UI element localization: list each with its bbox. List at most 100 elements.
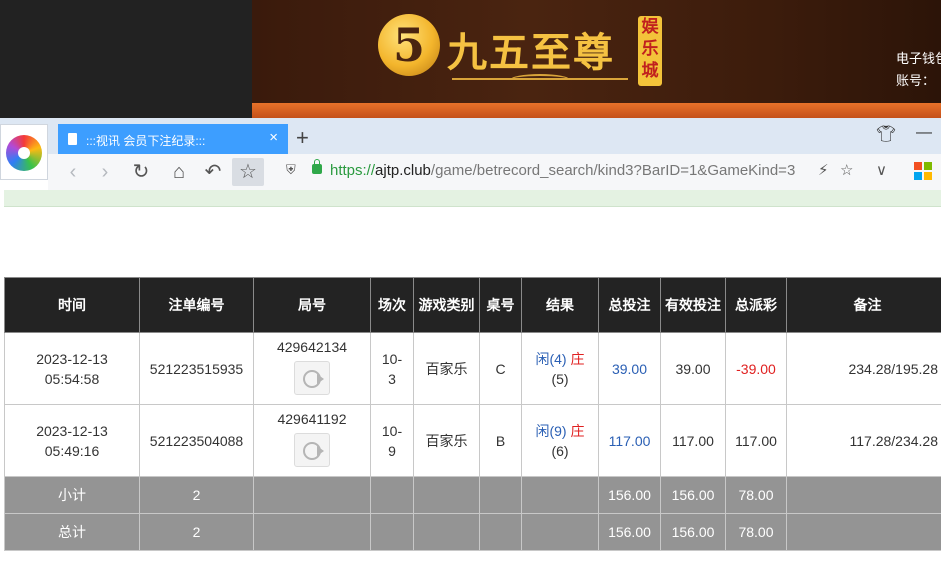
- empty-cell: [370, 513, 414, 551]
- undo-icon[interactable]: ↶: [200, 158, 226, 186]
- empty-cell: [479, 513, 522, 551]
- empty-cell: [413, 513, 480, 551]
- result-cell: 闲(4) 庄 (5): [521, 332, 599, 405]
- apps-grid-icon[interactable]: [914, 160, 932, 180]
- empty-cell: [521, 513, 599, 551]
- player-result: 闲(9): [535, 422, 567, 439]
- result-cell: 闲(9) 庄 (6): [521, 404, 599, 477]
- clock-text: 05:54:58: [44, 370, 100, 387]
- skin-icon[interactable]: 👕︎: [876, 124, 896, 144]
- account-label: 账号：: [896, 73, 936, 88]
- note-cell: 117.28/234.28: [786, 404, 941, 477]
- notice-strip: [4, 190, 941, 207]
- logo-ornament-arc: [510, 74, 570, 86]
- session-cell: 10- 9: [370, 404, 414, 477]
- header-session: 场次: [370, 277, 414, 333]
- subtotal-count: 2: [139, 476, 254, 514]
- bet-record-table: 时间 注单编号 局号 场次 游戏类别 桌号 结果 总投注 有效投注 总派彩 备注…: [4, 277, 941, 551]
- round-no-text: 429642134: [276, 339, 348, 355]
- session-part: 9: [388, 442, 396, 459]
- order-no-cell: 521223515935: [139, 332, 254, 405]
- total-bet-link[interactable]: 117.00: [598, 404, 661, 477]
- session-part: 3: [388, 370, 396, 387]
- header-time: 时间: [4, 277, 140, 333]
- grandtotal-payout: 78.00: [725, 513, 787, 551]
- tab-title: :::视讯 会员下注纪录:::: [86, 134, 206, 148]
- grandtotal-row: 总计 2 156.00 156.00 78.00: [4, 513, 941, 551]
- subtotal-total-bet: 156.00: [598, 476, 661, 514]
- grandtotal-label: 总计: [4, 513, 140, 551]
- video-replay-icon[interactable]: [294, 361, 330, 395]
- forward-icon[interactable]: ›: [92, 158, 118, 186]
- home-icon[interactable]: ⌂: [166, 158, 192, 186]
- subtotal-valid-bet: 156.00: [660, 476, 726, 514]
- address-bar[interactable]: https://ajtp.club/game/betrecord_search/…: [330, 162, 808, 179]
- header-note: 备注: [786, 277, 941, 333]
- url-protocol: https://: [330, 162, 376, 179]
- reload-icon[interactable]: ↻: [128, 158, 154, 186]
- banker-score: (6): [551, 442, 569, 459]
- table-no-cell: C: [479, 332, 522, 405]
- payout-cell: 117.00: [725, 404, 787, 477]
- round-no-cell: 429641192: [253, 404, 371, 477]
- banner-dark-area: [0, 0, 252, 118]
- valid-bet-cell: 39.00: [660, 332, 726, 405]
- video-replay-icon[interactable]: [294, 433, 330, 467]
- banker-result: 庄: [570, 422, 585, 439]
- header-round-no: 局号: [253, 277, 371, 333]
- grandtotal-count: 2: [139, 513, 254, 551]
- empty-cell: [413, 476, 480, 514]
- table-row: 2023-12-13 05:54:58 521223515935 42964213…: [4, 332, 941, 405]
- banker-result: 庄: [570, 350, 585, 367]
- table-row: 2023-12-13 05:49:16 521223504088 42964119…: [4, 404, 941, 477]
- subtotal-row: 小计 2 156.00 156.00 78.00: [4, 476, 941, 514]
- note-cell: 234.28/195.28: [786, 332, 941, 405]
- dropdown-chevron-icon[interactable]: ∨: [876, 161, 887, 179]
- badge-char: 娱: [641, 17, 659, 37]
- header-valid-bet: 有效投注: [660, 277, 726, 333]
- table-no-cell: B: [479, 404, 522, 477]
- browser-logo-icon[interactable]: [0, 124, 48, 180]
- logo-text: 九五至尊: [447, 29, 615, 76]
- back-icon[interactable]: ‹: [60, 158, 86, 186]
- new-tab-button[interactable]: +: [296, 124, 309, 152]
- close-icon[interactable]: ×: [269, 129, 278, 146]
- logo-badge: 娱 乐 城: [638, 16, 662, 86]
- table-header-row: 时间 注单编号 局号 场次 游戏类别 桌号 结果 总投注 有效投注 总派彩 备注: [4, 277, 941, 333]
- shield-icon[interactable]: ⛨: [286, 162, 302, 180]
- logo-mark: 5: [378, 14, 440, 76]
- wallet-label: 电子钱包: [896, 51, 941, 66]
- url-host: ajtp.club: [375, 162, 431, 179]
- empty-cell: [786, 513, 941, 551]
- round-no-text: 429641192: [277, 411, 347, 427]
- subtotal-label: 小计: [4, 476, 140, 514]
- lightning-icon[interactable]: ⚡︎: [818, 161, 829, 179]
- empty-cell: [370, 476, 414, 514]
- account-info: 电子钱包 账号：: [896, 48, 941, 92]
- url-path: /game/betrecord_search/kind3?BarID=1&Gam…: [430, 162, 796, 179]
- total-bet-link[interactable]: 39.00: [598, 332, 661, 405]
- minimize-button[interactable]: —: [916, 124, 932, 142]
- session-part: 10-: [381, 350, 403, 367]
- date-text: 2023-12-13: [36, 422, 108, 439]
- header-result: 结果: [521, 277, 599, 333]
- date-text: 2023-12-13: [36, 350, 108, 367]
- grandtotal-total-bet: 156.00: [598, 513, 661, 551]
- clock-text: 05:49:16: [44, 442, 100, 459]
- empty-cell: [253, 476, 371, 514]
- favorite-star-icon[interactable]: ☆: [840, 161, 853, 179]
- valid-bet-cell: 117.00: [660, 404, 726, 477]
- empty-cell: [253, 513, 371, 551]
- browser-tab-active[interactable]: :::视讯 会员下注纪录::: ×: [58, 124, 288, 154]
- time-cell: 2023-12-13 05:49:16: [4, 404, 140, 477]
- empty-cell: [479, 476, 522, 514]
- empty-cell: [521, 476, 599, 514]
- player-result: 闲(4): [535, 350, 567, 367]
- banner-accent-strip: [252, 103, 941, 118]
- header-game-type: 游戏类别: [413, 277, 480, 333]
- payout-cell: -39.00: [725, 332, 787, 405]
- round-no-cell: 429642134: [253, 332, 371, 405]
- badge-char: 乐: [641, 39, 659, 59]
- subtotal-payout: 78.00: [725, 476, 787, 514]
- bookmark-star-icon[interactable]: ☆: [232, 158, 264, 186]
